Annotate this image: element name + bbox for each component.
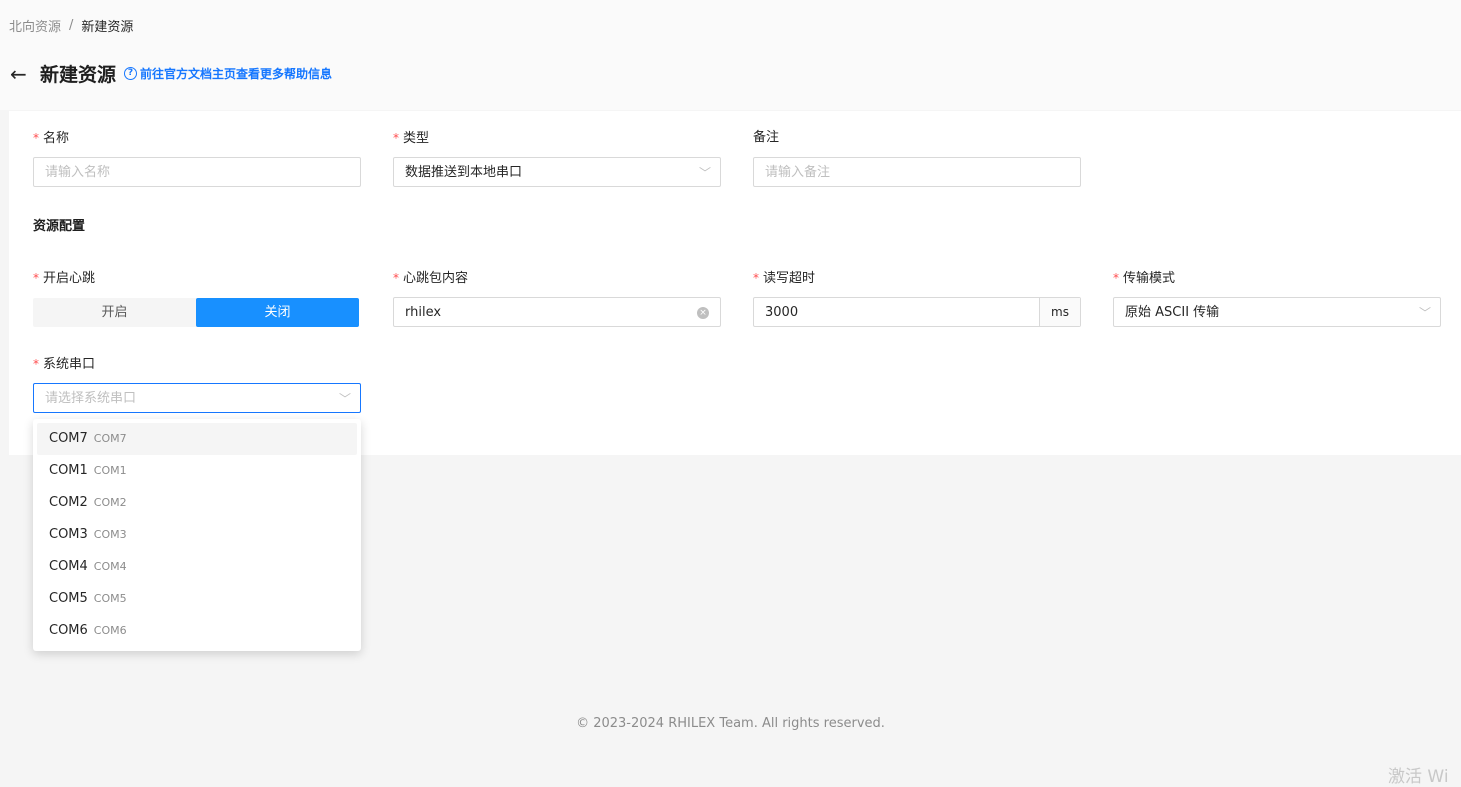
option-sub: COM5 [93, 592, 127, 605]
option-label: COM2 [49, 495, 88, 510]
required-mark: * [753, 271, 759, 285]
serial-port-field-label: * 系统串口 [33, 354, 95, 374]
arrow-left-icon[interactable]: ← [10, 64, 40, 84]
form-card: * 名称 请输入名称 * 类型 数据推送到本地串口 ﹀ 备注 请输入备注 资源配置 … [9, 111, 1461, 455]
heartbeat-field-label: * 开启心跳 [33, 268, 95, 288]
footer-copyright: © 2023-2024 RHILEX Team. All rights rese… [576, 716, 885, 731]
serial-port-select[interactable]: 请选择系统串口 ﹀ [33, 383, 361, 413]
option-sub: COM4 [93, 560, 127, 573]
option-sub: COM3 [93, 528, 127, 541]
required-mark: * [33, 131, 39, 145]
name-field-label: * 名称 [33, 128, 69, 148]
required-mark: * [1113, 271, 1119, 285]
activation-watermark: 激活 Wi [1388, 767, 1449, 787]
serial-port-dropdown: COM7 COM7 COM1 COM1 COM2 COM2 COM3 COM3 COM4… [33, 419, 361, 651]
breadcrumb-separator: / [69, 18, 74, 33]
timeout-unit-addon: ms [1039, 298, 1080, 326]
remark-input[interactable]: 请输入备注 [753, 157, 1081, 187]
heartbeat-content-label: 心跳包内容 [403, 271, 469, 286]
transfer-mode-label: 传输模式 [1123, 271, 1176, 286]
serial-port-placeholder: 请选择系统串口 [45, 391, 137, 406]
type-value: 数据推送到本地串口 [405, 165, 523, 180]
heartbeat-content-input[interactable]: rhilex × [393, 297, 721, 327]
type-select[interactable]: 数据推送到本地串口 ﹀ [393, 157, 721, 187]
transfer-mode-field-label: * 传输模式 [1113, 268, 1175, 288]
chevron-down-icon: ﹀ [1418, 306, 1431, 320]
timeout-field-label: * 读写超时 [753, 268, 815, 288]
option-sub: COM7 [93, 432, 127, 445]
timeout-value: 3000 [765, 305, 799, 320]
required-mark: * [33, 271, 39, 285]
name-placeholder: 请输入名称 [45, 165, 111, 180]
heartbeat-off-option[interactable]: 关闭 [196, 298, 359, 327]
chevron-down-icon: ﹀ [698, 166, 711, 180]
option-label: COM5 [49, 591, 88, 606]
heartbeat-segmented: 开启 关闭 [33, 298, 359, 327]
title-row: ← 新建资源 ? 前往官方文档主页查看更多帮助信息 [10, 60, 332, 87]
transfer-mode-value: 原始 ASCII 传输 [1125, 305, 1220, 320]
required-mark: * [33, 357, 39, 371]
dropdown-option[interactable]: COM1 COM1 [37, 455, 357, 487]
dropdown-option[interactable]: COM2 COM2 [37, 487, 357, 519]
transfer-mode-select[interactable]: 原始 ASCII 传输 ﹀ [1113, 297, 1441, 327]
page-header: 北向资源 / 新建资源 ← 新建资源 ? 前往官方文档主页查看更多帮助信息 [0, 0, 1461, 110]
remark-label: 备注 [753, 130, 780, 145]
dropdown-option[interactable]: COM5 COM5 [37, 583, 357, 615]
heartbeat-content-field-label: * 心跳包内容 [393, 268, 468, 288]
breadcrumb-parent[interactable]: 北向资源 [9, 16, 61, 35]
type-field-label: * 类型 [393, 128, 429, 148]
option-label: COM4 [49, 559, 88, 574]
dropdown-option[interactable]: COM6 COM6 [37, 615, 357, 647]
option-label: COM7 [49, 431, 88, 446]
name-input[interactable]: 请输入名称 [33, 157, 361, 187]
required-mark: * [393, 271, 399, 285]
dropdown-option[interactable]: COM4 COM4 [37, 551, 357, 583]
option-label: COM3 [49, 527, 88, 542]
required-mark: * [393, 131, 399, 145]
chevron-down-icon: ﹀ [338, 392, 351, 406]
name-label: 名称 [43, 131, 70, 146]
dropdown-option[interactable]: COM3 COM3 [37, 519, 357, 551]
breadcrumb-current: 新建资源 [81, 20, 134, 35]
heartbeat-label: 开启心跳 [43, 271, 96, 286]
help-link-text: 前往官方文档主页查看更多帮助信息 [140, 67, 333, 81]
option-sub: COM6 [93, 624, 127, 637]
type-label: 类型 [403, 131, 430, 146]
remark-field-label: 备注 [753, 128, 779, 148]
help-link[interactable]: ? 前往官方文档主页查看更多帮助信息 [124, 65, 332, 82]
option-label: COM6 [49, 623, 88, 638]
remark-placeholder: 请输入备注 [765, 165, 831, 180]
heartbeat-on-option[interactable]: 开启 [33, 298, 196, 327]
option-label: COM1 [49, 463, 88, 478]
serial-port-label: 系统串口 [43, 357, 96, 372]
close-circle-icon[interactable]: × [697, 307, 709, 319]
dropdown-option[interactable]: COM7 COM7 [37, 423, 357, 455]
option-sub: COM2 [93, 496, 127, 509]
breadcrumb: 北向资源 / 新建资源 [9, 16, 133, 35]
section-title: 资源配置 [33, 219, 86, 234]
question-circle-icon: ? [124, 67, 138, 80]
timeout-label: 读写超时 [763, 271, 816, 286]
heartbeat-content-value: rhilex [405, 305, 442, 320]
option-sub: COM1 [93, 464, 127, 477]
page-title: 新建资源 [40, 64, 117, 86]
timeout-input[interactable]: 3000 ms [753, 297, 1081, 327]
